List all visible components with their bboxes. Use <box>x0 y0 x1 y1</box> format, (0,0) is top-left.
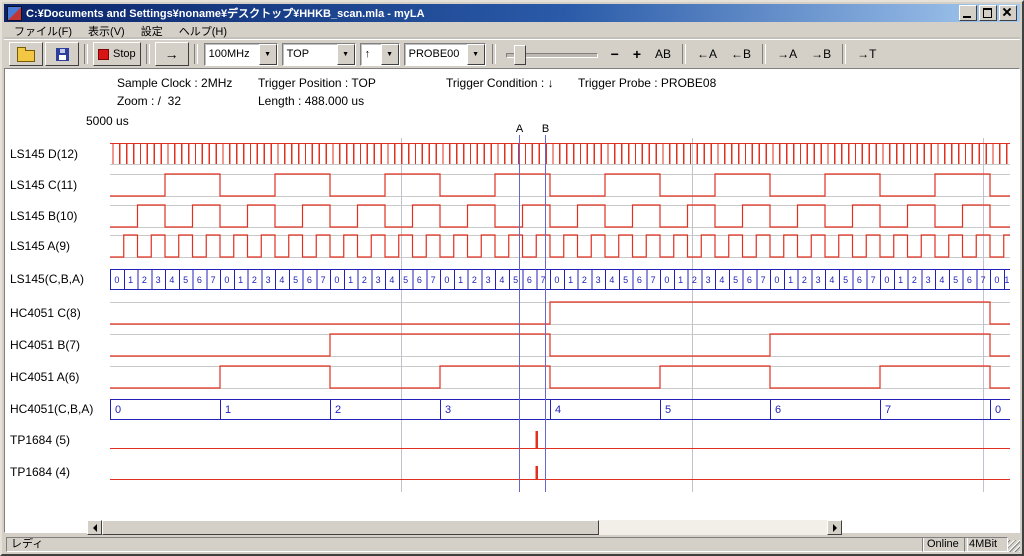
goto-b-right-button[interactable]: →B <box>805 42 837 66</box>
length-info: Length : 488.000 us <box>258 94 364 108</box>
scrollbar-thumb[interactable] <box>102 520 599 535</box>
status-memory: 4MBit <box>964 537 1008 552</box>
save-button[interactable] <box>45 42 79 66</box>
chevron-down-icon[interactable]: ▼ <box>381 44 399 65</box>
goto-trigger-button[interactable]: →T <box>851 42 882 66</box>
chevron-down-icon[interactable]: ▼ <box>337 44 355 65</box>
save-icon <box>56 48 69 61</box>
toolbar-separator <box>842 44 846 64</box>
toolbar-separator <box>492 44 496 64</box>
run-button[interactable]: → <box>155 42 189 66</box>
minimize-icon <box>963 16 971 18</box>
menu-item[interactable]: 設定 <box>133 21 171 41</box>
maximize-icon <box>983 8 992 18</box>
trigger-position-select[interactable]: TOP ▼ <box>282 43 356 66</box>
chevron-down-icon[interactable]: ▼ <box>467 44 485 65</box>
stop-label: Stop <box>113 48 136 60</box>
scroll-left-button[interactable] <box>87 520 102 535</box>
zoom-info: Zoom : / 32 <box>117 94 181 108</box>
trigger-condition-info: Trigger Condition : ↓ <box>446 76 554 90</box>
menu-item[interactable]: ヘルプ(H) <box>171 21 235 41</box>
main-toolbar: Stop → 100MHz ▼ TOP ▼ ↑ ▼ PROBE00 ▼ − + … <box>4 39 1020 68</box>
zoom-out-button[interactable]: − <box>605 42 625 66</box>
trigger-position-info: Trigger Position : TOP <box>258 76 376 90</box>
zoom-in-button[interactable]: + <box>627 42 647 66</box>
app-icon <box>7 6 22 21</box>
sample-clock-select[interactable]: 100MHz ▼ <box>204 43 278 66</box>
run-arrow-icon: → <box>165 46 179 62</box>
sample-clock-value: 100MHz <box>205 44 259 65</box>
toolbar-separator <box>682 44 686 64</box>
stop-button[interactable]: Stop <box>93 42 141 66</box>
chevron-down-icon[interactable]: ▼ <box>259 44 277 65</box>
menu-bar: ファイル(F)表示(V)設定ヘルプ(H) <box>4 22 1020 39</box>
scroll-left-icon <box>89 524 97 532</box>
zoom-slider[interactable] <box>504 43 600 65</box>
waveform-client-area <box>4 68 1020 533</box>
app-window: C:¥Documents and Settings¥noname¥デスクトップ¥… <box>0 0 1024 556</box>
trigger-probe-info: Trigger Probe : PROBE08 <box>578 76 716 90</box>
goto-a-left-button[interactable]: ←A <box>691 42 723 66</box>
open-folder-icon <box>17 50 35 62</box>
maximize-button[interactable] <box>979 5 997 21</box>
title-bar[interactable]: C:¥Documents and Settings¥noname¥デスクトップ¥… <box>4 4 1020 22</box>
status-bar: レディ Online 4MBit <box>4 535 1020 552</box>
trigger-edge-value: ↑ <box>361 44 381 65</box>
close-button[interactable] <box>999 5 1017 21</box>
ab-cursor-button[interactable]: AB <box>649 42 677 66</box>
probe-select[interactable]: PROBE00 ▼ <box>404 43 486 66</box>
goto-a-right-button[interactable]: →A <box>771 42 803 66</box>
zoom-slider-thumb[interactable] <box>514 45 526 65</box>
scroll-right-icon <box>833 524 841 532</box>
toolbar-separator <box>146 44 150 64</box>
goto-b-left-button[interactable]: ←B <box>725 42 757 66</box>
resize-grip[interactable] <box>1008 540 1020 552</box>
time-scale-label: 5000 us <box>86 114 129 128</box>
sample-clock-info: Sample Clock : 2MHz <box>117 76 232 90</box>
open-button[interactable] <box>9 42 43 66</box>
menu-item[interactable]: 表示(V) <box>80 21 133 41</box>
trigger-edge-select[interactable]: ↑ ▼ <box>360 43 400 66</box>
horizontal-scrollbar[interactable] <box>87 520 842 535</box>
status-online: Online <box>922 537 968 552</box>
toolbar-separator <box>194 44 198 64</box>
window-title: C:¥Documents and Settings¥noname¥デスクトップ¥… <box>26 5 957 21</box>
probe-value: PROBE00 <box>405 44 467 65</box>
trigger-position-value: TOP <box>283 44 337 65</box>
menu-item[interactable]: ファイル(F) <box>6 21 80 41</box>
minimize-button[interactable] <box>959 5 977 21</box>
stop-icon <box>98 49 109 60</box>
toolbar-separator <box>84 44 88 64</box>
toolbar-separator <box>762 44 766 64</box>
status-message: レディ <box>6 537 924 552</box>
scroll-right-button[interactable] <box>827 520 842 535</box>
